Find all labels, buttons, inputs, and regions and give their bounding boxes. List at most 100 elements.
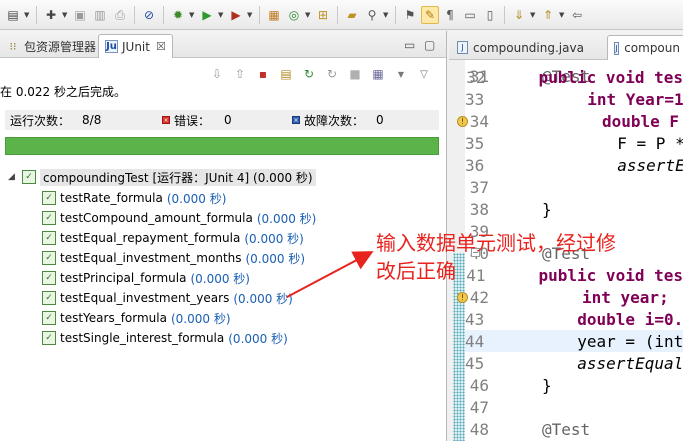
failures-label: 故障次数： — [304, 113, 365, 128]
new-class-icon[interactable]: ◎ — [285, 6, 303, 24]
code-text: int Year=1 — [587, 89, 683, 109]
view-tab-bar: ⁝⁝ 包资源管理器 Ju JUnit ☒ ▭ ▢ — [0, 31, 446, 58]
chevron-down-icon[interactable]: ▼ — [392, 65, 410, 83]
next-failure-icon[interactable]: ⇩ — [208, 65, 226, 83]
chevron-down-icon[interactable]: ▼ — [24, 11, 31, 19]
junit-icon: Ju — [105, 40, 118, 53]
chevron-down-icon[interactable]: ▼ — [305, 11, 312, 19]
line-number: 36 — [465, 155, 485, 175]
tree-test-item[interactable]: ✓ testEqual_investment_years (0.000 秒) — [42, 289, 293, 307]
warning-marker-icon[interactable]: ! — [457, 292, 468, 303]
next-annotation-icon[interactable]: ⇓ — [510, 6, 528, 24]
tab-junit[interactable]: Ju JUnit ☒ — [98, 34, 173, 58]
toolbar-separator — [259, 5, 260, 24]
test-passed-icon: ✓ — [42, 271, 56, 285]
code-text: assertE — [617, 155, 683, 175]
highlight-icon[interactable]: ✎ — [421, 5, 439, 24]
code-text: year = (int — [577, 331, 683, 351]
save-icon[interactable]: ▣ — [71, 6, 89, 24]
history-icon[interactable]: ▦ — [369, 65, 387, 83]
open-type-icon[interactable]: ⊞ — [314, 6, 332, 24]
show-whitespace-icon[interactable]: ¶ — [441, 6, 459, 24]
line-number: 47 — [469, 397, 489, 417]
suite-runner: [运行器：JUnit 4] — [152, 170, 250, 185]
tab-package-explorer[interactable]: ⁝⁝ 包资源管理器 — [0, 34, 102, 58]
rerun-failures-icon[interactable]: ↻ — [323, 65, 341, 83]
tree-root-suite[interactable]: ◢ ✓ compoundingTest [运行器：JUnit 4] (0.000… — [8, 168, 316, 186]
back-icon[interactable]: ⇦ — [568, 6, 586, 24]
block-selection-icon[interactable]: ▭ — [461, 6, 479, 24]
save-all-icon[interactable]: ▥ — [91, 6, 109, 24]
chevron-down-icon[interactable]: ▼ — [383, 11, 390, 19]
collapse-icon[interactable]: ◢ — [8, 172, 18, 182]
run-icon[interactable]: ▶ — [198, 6, 216, 24]
code-line: 32 public void tes — [465, 66, 683, 88]
new-icon[interactable]: ▤ — [4, 6, 22, 24]
toolbar-separator — [337, 5, 338, 24]
print-icon[interactable]: ⎙ — [111, 6, 129, 24]
toggle-mark-occurrences-icon[interactable]: ⚑ — [401, 6, 419, 24]
toolbar-separator — [395, 5, 396, 24]
test-name: testYears_formula — [60, 311, 167, 325]
code-line: 33 int Year=1 — [465, 88, 683, 110]
line-number: 32 — [466, 67, 486, 87]
test-passed-icon: ✓ — [42, 291, 56, 305]
test-time: (0.000 秒) — [228, 331, 288, 346]
tab-label: 包资源管理器 — [24, 39, 97, 54]
line-number: 45 — [465, 353, 485, 373]
chevron-down-icon[interactable]: ▼ — [189, 11, 196, 19]
prev-annotation-icon[interactable]: ⇑ — [539, 6, 557, 24]
warning-marker-icon[interactable]: ! — [457, 116, 468, 127]
search-icon[interactable]: ⚲ — [363, 6, 381, 24]
tree-test-item[interactable]: ✓ testEqual_investment_months (0.000 秒) — [42, 249, 305, 267]
tree-test-item[interactable]: ✓ testRate_formula (0.000 秒) — [42, 189, 226, 207]
test-time: (0.000 秒) — [190, 271, 250, 286]
scroll-lock-icon[interactable]: ▤ — [277, 65, 295, 83]
error-icon: × — [162, 116, 170, 124]
new-wizard-icon[interactable]: ✚ — [42, 6, 60, 24]
chevron-down-icon[interactable]: ▼ — [62, 11, 69, 19]
chevron-down-icon[interactable]: ▼ — [218, 11, 225, 19]
runs-label: 运行次数： — [10, 113, 71, 128]
test-name: testEqual_investment_years — [60, 291, 230, 305]
code-text: F = P * — [617, 133, 683, 153]
line-number: 34 — [469, 111, 489, 131]
test-name: testRate_formula — [60, 191, 163, 205]
code-line: 45 assertEqual — [465, 352, 683, 374]
rerun-icon[interactable]: ↻ — [300, 65, 318, 83]
code-text: } — [542, 199, 552, 219]
maximize-icon[interactable]: ▢ — [424, 38, 435, 52]
test-time: (0.000 秒) — [244, 231, 304, 246]
tree-test-item[interactable]: ✓ testCompound_amount_formula (0.000 秒) — [42, 209, 316, 227]
toolbar-separator — [36, 5, 37, 24]
skip-breakpoints-icon[interactable]: ⊘ — [140, 6, 158, 24]
minimize-icon[interactable]: ▭ — [404, 38, 415, 52]
errors-label: 错误： — [174, 113, 211, 128]
suite-name: compoundingTest — [43, 170, 149, 185]
previous-failure-icon[interactable]: ⇧ — [231, 65, 249, 83]
new-java-project-icon[interactable]: ▦ — [265, 6, 283, 24]
line-number: 42 — [469, 287, 489, 307]
open-folder-icon[interactable]: ▰ — [343, 6, 361, 24]
chevron-down-icon[interactable]: ▼ — [559, 11, 566, 19]
show-failures-only-icon[interactable]: ▪ — [254, 65, 272, 83]
tab-compounding-java[interactable]: J compounding.java — [451, 35, 590, 60]
annotation-line-1: 输入数据单元测试，经过修 — [376, 231, 616, 255]
chevron-down-icon[interactable]: ▼ — [530, 11, 537, 19]
toggle-breadcrumb-icon[interactable]: ▯ — [481, 6, 499, 24]
tree-test-item[interactable]: ✓ testSingle_interest_formula (0.000 秒) — [42, 329, 288, 347]
stop-icon[interactable]: ■ — [346, 65, 364, 83]
test-passed-icon: ✓ — [42, 311, 56, 325]
debug-icon[interactable]: ✹ — [169, 6, 187, 24]
tab-compounding-test-java[interactable]: J compoun — [607, 35, 683, 60]
test-time: (0.000 秒) — [170, 311, 231, 326]
tree-test-item[interactable]: ✓ testEqual_repayment_formula (0.000 秒) — [42, 229, 304, 247]
tree-test-item[interactable]: ✓ testPrincipal_formula (0.000 秒) — [42, 269, 250, 287]
close-icon[interactable]: ☒ — [156, 40, 166, 53]
run-external-icon[interactable]: ▶ — [227, 6, 245, 24]
line-number: 46 — [469, 375, 489, 395]
tree-test-item[interactable]: ✓ testYears_formula (0.000 秒) — [42, 309, 231, 327]
chevron-down-icon[interactable]: ▼ — [247, 11, 254, 19]
view-menu-icon[interactable]: ▽ — [415, 65, 433, 83]
annotation-line-2: 改后正确 — [376, 259, 456, 283]
